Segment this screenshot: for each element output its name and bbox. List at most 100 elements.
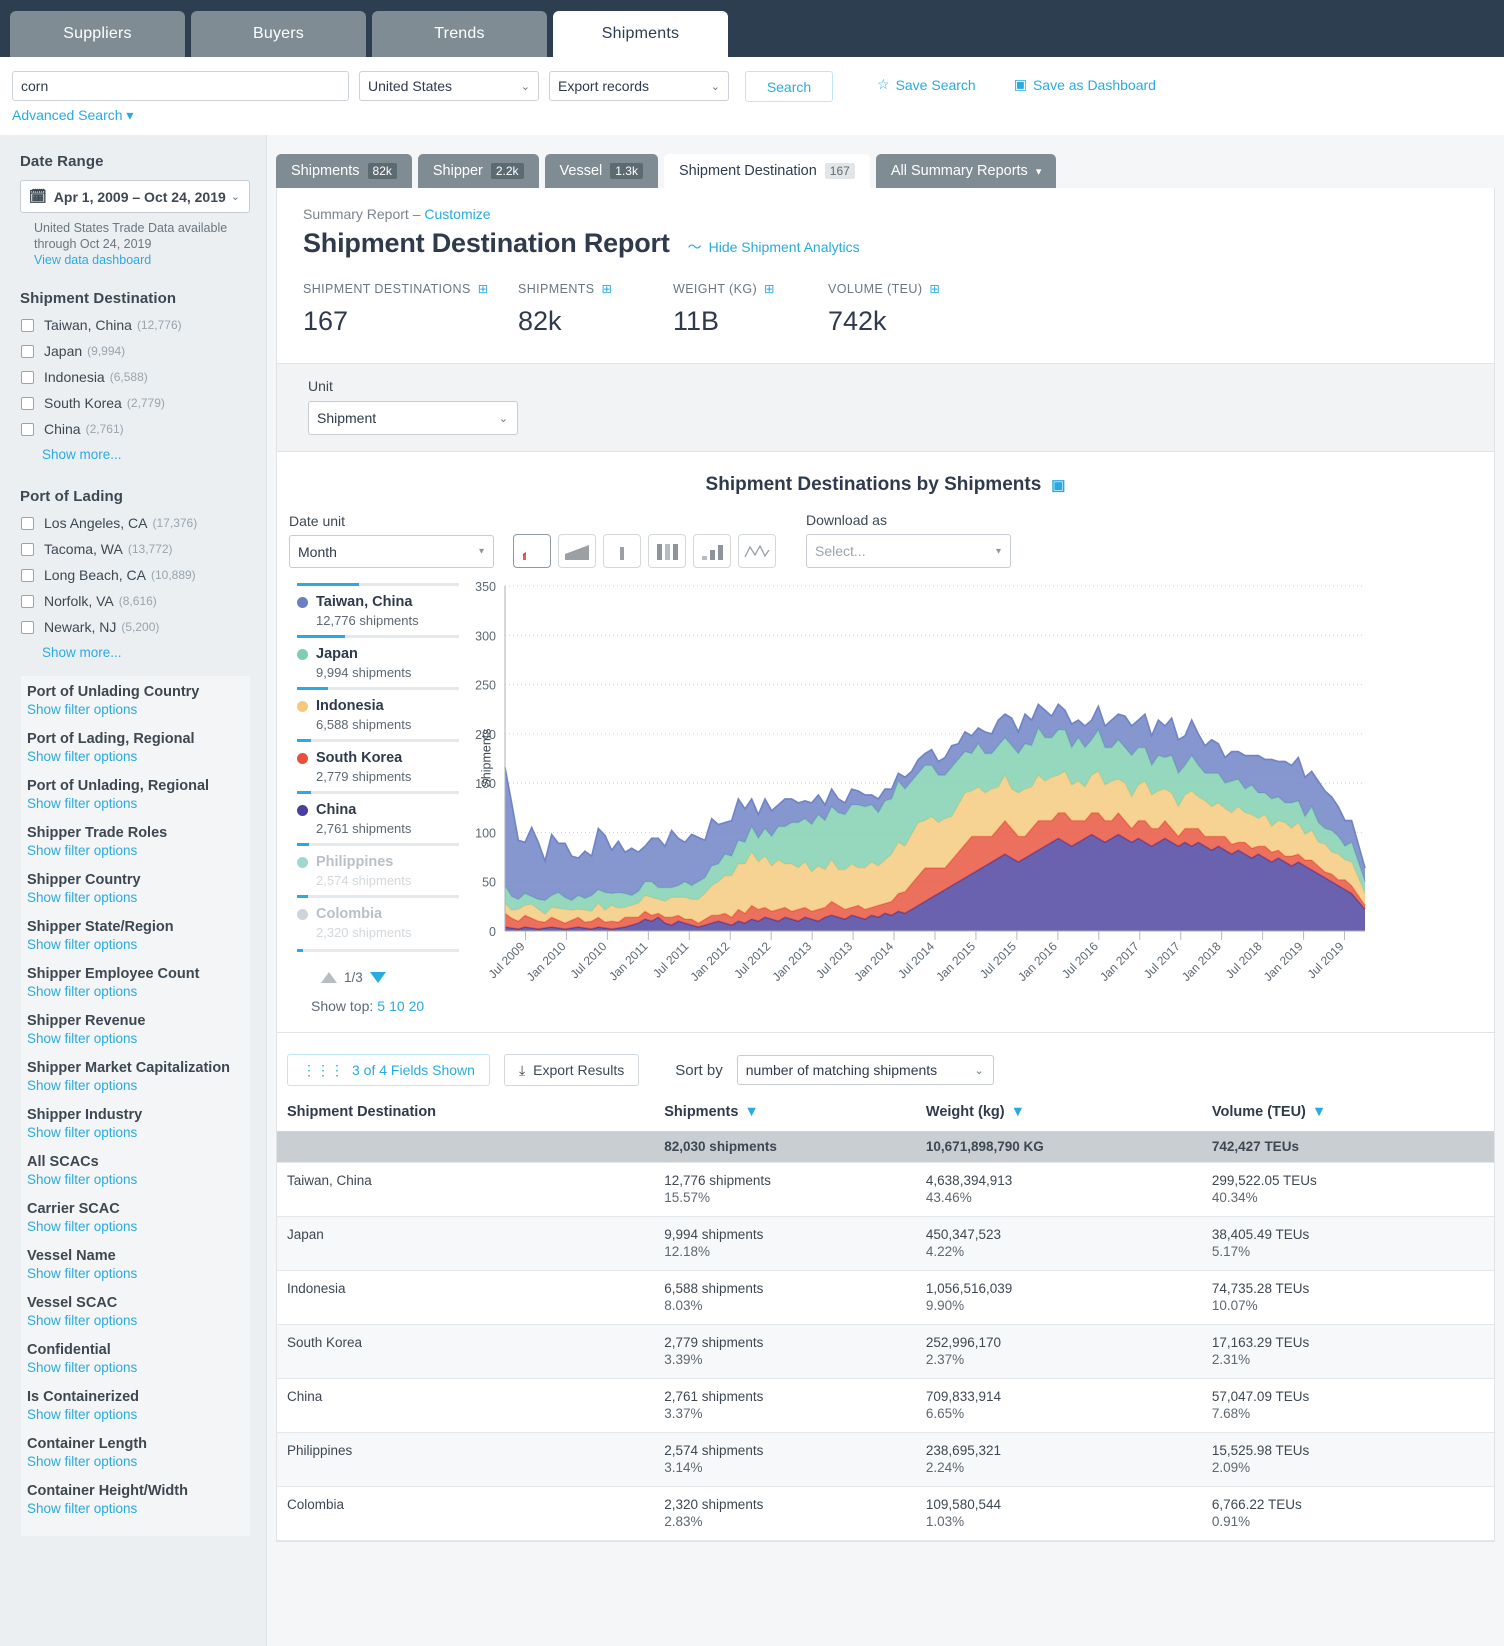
table-row[interactable]: Colombia2,320 shipments2.83%109,580,5441… [277,1487,1494,1541]
table-row[interactable]: Indonesia6,588 shipments8.03%1,056,516,0… [277,1271,1494,1325]
show-more-destinations-link[interactable]: Show more... [42,447,266,462]
show-filter-options-link[interactable]: Show filter options [27,1501,250,1516]
line-chart-icon[interactable] [738,534,776,568]
show-filter-options-link[interactable]: Show filter options [27,890,250,905]
report-tab-shipments[interactable]: Shipments82k [276,154,412,188]
column-header-shipments[interactable]: Shipments▼ [654,1104,916,1132]
area-chart-svg[interactable]: 050100150200250300350Jul 2009Jan 2010Jul… [459,576,1379,1016]
column-header-shipment-destination[interactable]: Shipment Destination [277,1104,654,1132]
expand-chart-icon[interactable]: ▣ [1051,476,1065,494]
nav-tab-buyers[interactable]: Buyers [191,11,366,57]
nav-tab-shipments[interactable]: Shipments [553,11,728,57]
destination-filter-item[interactable]: Taiwan, China(12,776) [21,317,266,333]
sort-by-select[interactable]: number of matching shipments ⌄ [737,1055,994,1085]
record-type-select[interactable]: Export records ⌄ [549,71,729,101]
filter-icon[interactable]: ▼ [1011,1104,1025,1120]
show-filter-options-link[interactable]: Show filter options [27,843,250,858]
report-tab-shipper[interactable]: Shipper2.2k [418,154,539,188]
bar-chart-icon[interactable] [693,534,731,568]
table-row[interactable]: Philippines2,574 shipments3.14%238,695,3… [277,1433,1494,1487]
show-top-option-10[interactable]: 10 [389,998,405,1014]
table-row[interactable]: Taiwan, China12,776 shipments15.57%4,638… [277,1163,1494,1217]
area-chart-icon[interactable] [513,534,551,568]
show-filter-options-link[interactable]: Show filter options [27,1172,250,1187]
destination-filter-item[interactable]: Indonesia(6,588) [21,369,266,385]
date-unit-select[interactable]: Month ▾ [289,535,494,568]
show-filter-options-link[interactable]: Show filter options [27,1454,250,1469]
destination-filter-item[interactable]: Japan(9,994) [21,343,266,359]
add-to-dashboard-icon[interactable]: ⊞ [602,281,613,296]
lading-filter-item[interactable]: Los Angeles, CA(17,376) [21,515,266,531]
save-search-button[interactable]: ☆ Save Search [877,76,976,93]
show-filter-options-link[interactable]: Show filter options [27,984,250,999]
date-range-picker[interactable]: 🗓 Apr 1, 2009 – Oct 24, 2019 ⌄ [20,180,250,213]
checkbox[interactable] [21,595,34,608]
area-gradient-icon[interactable] [558,534,596,568]
checkbox[interactable] [21,543,34,556]
unit-select[interactable]: Shipment ⌄ [308,401,518,435]
export-results-button[interactable]: ⤓ Export Results [504,1054,639,1086]
show-more-lading-link[interactable]: Show more... [42,645,266,660]
report-tab-vessel[interactable]: Vessel1.3k [545,154,658,188]
lading-filter-item[interactable]: Tacoma, WA(13,772) [21,541,266,557]
pager-up-icon[interactable] [321,972,337,983]
checkbox[interactable] [21,371,34,384]
column-header-weight-kg-[interactable]: Weight (kg)▼ [916,1104,1202,1132]
search-button[interactable]: Search [745,71,833,102]
show-filter-options-link[interactable]: Show filter options [27,1407,250,1422]
add-to-dashboard-icon[interactable]: ⊞ [929,281,940,296]
checkbox[interactable] [21,517,34,530]
show-top-option-20[interactable]: 20 [409,998,425,1014]
filter-icon[interactable]: ▼ [744,1104,758,1120]
lading-filter-item[interactable]: Long Beach, CA(10,889) [21,567,266,583]
grouped-bar-icon[interactable] [648,534,686,568]
destination-filter-item[interactable]: China(2,761) [21,421,266,437]
table-row[interactable]: Japan9,994 shipments12.18%450,347,5234.2… [277,1217,1494,1271]
download-format-select[interactable]: Select... ▾ [806,534,1011,568]
report-tab-all-summary-reports[interactable]: All Summary Reports▾ [876,154,1057,188]
filter-icon[interactable]: ▼ [1312,1104,1326,1120]
advanced-search-toggle[interactable]: Advanced Search ▾ [12,107,133,124]
fields-shown-button[interactable]: ⋮⋮⋮ 3 of 4 Fields Shown [287,1054,490,1086]
nav-tab-suppliers[interactable]: Suppliers [10,11,185,57]
column-header-volume-teu-[interactable]: Volume (TEU)▼ [1202,1104,1494,1132]
legend-item[interactable]: Colombia2,320 shipments [297,888,459,940]
show-filter-options-link[interactable]: Show filter options [27,1219,250,1234]
lading-filter-item[interactable]: Norfolk, VA(8,616) [21,593,266,609]
save-as-dashboard-button[interactable]: ▣ Save as Dashboard [1014,76,1156,93]
hide-shipment-analytics-button[interactable]: 〜 Hide Shipment Analytics [688,237,860,257]
show-filter-options-link[interactable]: Show filter options [27,796,250,811]
pager-down-icon[interactable] [370,972,386,983]
show-filter-options-link[interactable]: Show filter options [27,1125,250,1140]
single-bar-icon[interactable] [603,534,641,568]
table-row[interactable]: China2,761 shipments3.37%709,833,9146.65… [277,1379,1494,1433]
checkbox[interactable] [21,319,34,332]
show-filter-options-link[interactable]: Show filter options [27,702,250,717]
show-filter-options-link[interactable]: Show filter options [27,1360,250,1375]
lading-filter-item[interactable]: Newark, NJ(5,200) [21,619,266,635]
show-filter-options-link[interactable]: Show filter options [27,1031,250,1046]
checkbox[interactable] [21,423,34,436]
legend-item[interactable]: Indonesia6,588 shipments [297,680,459,732]
add-to-dashboard-icon[interactable]: ⊞ [764,281,775,296]
country-select[interactable]: United States ⌄ [359,71,539,101]
legend-pager[interactable]: 1/3 [321,970,459,985]
show-filter-options-link[interactable]: Show filter options [27,1078,250,1093]
checkbox[interactable] [21,569,34,582]
table-row[interactable]: South Korea2,779 shipments3.39%252,996,1… [277,1325,1494,1379]
add-to-dashboard-icon[interactable]: ⊞ [478,281,489,296]
customize-link[interactable]: Customize [424,206,490,222]
show-filter-options-link[interactable]: Show filter options [27,1313,250,1328]
show-filter-options-link[interactable]: Show filter options [27,749,250,764]
legend-item[interactable]: Philippines2,574 shipments [297,836,459,888]
checkbox[interactable] [21,621,34,634]
view-data-dashboard-link[interactable]: View data dashboard [34,252,250,268]
show-filter-options-link[interactable]: Show filter options [27,1266,250,1281]
checkbox[interactable] [21,345,34,358]
show-top-option-5[interactable]: 5 [377,998,385,1014]
destination-filter-item[interactable]: South Korea(2,779) [21,395,266,411]
search-input[interactable] [12,71,349,101]
checkbox[interactable] [21,397,34,410]
legend-item[interactable]: South Korea2,779 shipments [297,732,459,784]
report-tab-shipment-destination[interactable]: Shipment Destination167 [664,154,870,188]
